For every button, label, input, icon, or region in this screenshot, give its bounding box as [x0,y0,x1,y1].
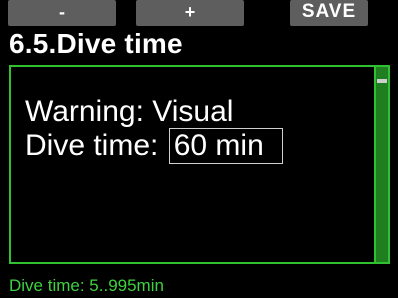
range-hint: Dive time: 5..995min [9,276,164,295]
scrollbar[interactable] [374,67,388,262]
scrollbar-thumb[interactable] [377,79,387,83]
dive-time-row: Dive time: 60 min [25,128,283,164]
warning-label: Warning: [25,95,144,128]
dive-time-value-field[interactable]: 60 min [168,128,283,164]
dive-time-label: Dive time: [25,129,159,162]
warning-row: Warning: Visual [25,96,233,128]
page-title: 6.5.Dive time [9,28,183,59]
save-button[interactable]: SAVE [290,0,368,26]
settings-panel: Warning: Visual Dive time: 60 min [9,65,390,264]
decrease-button[interactable]: - [8,0,116,26]
softkey-bar: - + SAVE [8,0,390,26]
warning-value[interactable]: Visual [152,95,233,128]
increase-button[interactable]: + [136,0,244,26]
